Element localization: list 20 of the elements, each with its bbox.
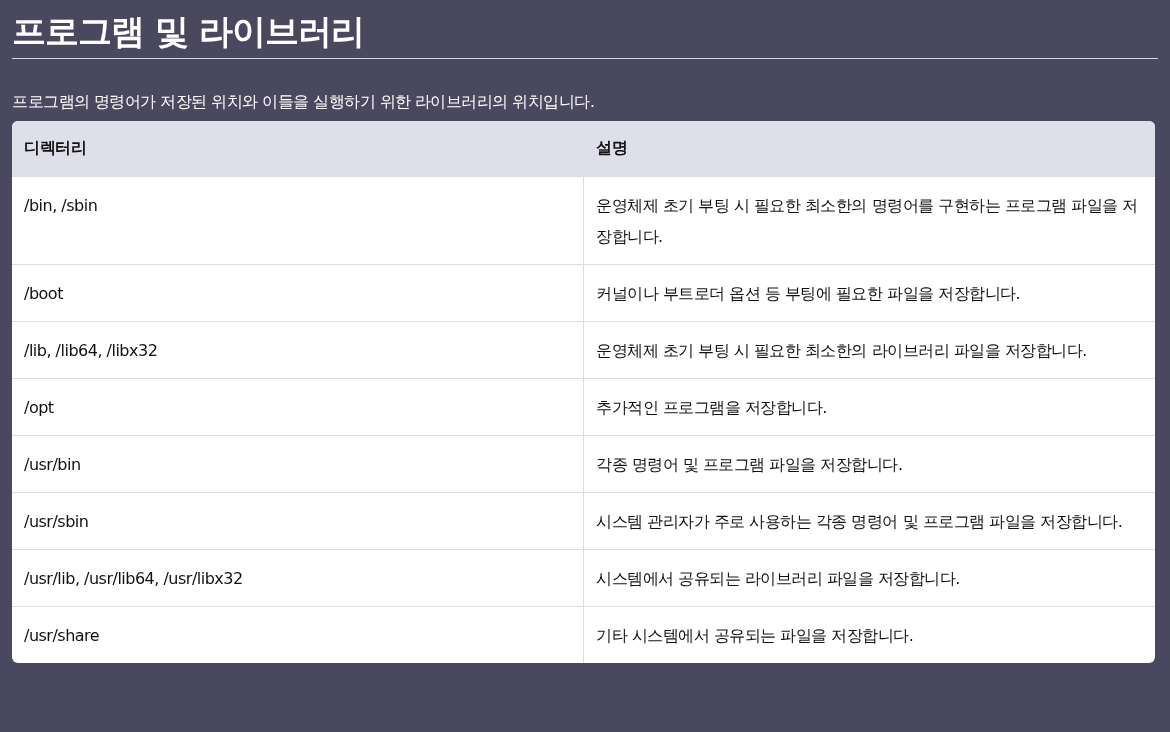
table-cell: /usr/bin bbox=[12, 435, 584, 492]
table-cell: /bin, /sbin bbox=[12, 176, 584, 264]
table-cell: 커널이나 부트로더 옵션 등 부팅에 필요한 파일을 저장합니다. bbox=[584, 264, 1155, 321]
page-title: 프로그램 및 라이브러리 bbox=[12, 10, 365, 53]
column-header: 설명 bbox=[584, 121, 1155, 176]
table-cell: 각종 명령어 및 프로그램 파일을 저장합니다. bbox=[584, 435, 1155, 492]
table-cell: 기타 시스템에서 공유되는 파일을 저장합니다. bbox=[584, 606, 1155, 663]
table-cell: 추가적인 프로그램을 저장합니다. bbox=[584, 378, 1155, 435]
table-cell: /usr/lib, /usr/lib64, /usr/libx32 bbox=[12, 549, 584, 606]
table-cell: 운영체제 초기 부팅 시 필요한 최소한의 명령어를 구현하는 프로그램 파일을 저장합니다. bbox=[584, 176, 1155, 264]
table-cell: 시스템에서 공유되는 라이브러리 파일을 저장합니다. bbox=[584, 549, 1155, 606]
table-cell: /boot bbox=[12, 264, 584, 321]
table-cell: /lib, /lib64, /libx32 bbox=[12, 321, 584, 378]
table-cell: /opt bbox=[12, 378, 584, 435]
table-cell: 운영체제 초기 부팅 시 필요한 최소한의 라이브러리 파일을 저장합니다. bbox=[584, 321, 1155, 378]
table-cell: /usr/sbin bbox=[12, 492, 584, 549]
table-cell: 시스템 관리자가 주로 사용하는 각종 명령어 및 프로그램 파일을 저장합니다. bbox=[584, 492, 1155, 549]
description-text: 프로그램의 명령어가 저장된 위치와 이들을 실행하기 위한 라이브러리의 위치입니다. bbox=[12, 92, 596, 113]
column-header: 디렉터리 bbox=[12, 121, 584, 176]
table-cell: /usr/share bbox=[12, 606, 584, 663]
